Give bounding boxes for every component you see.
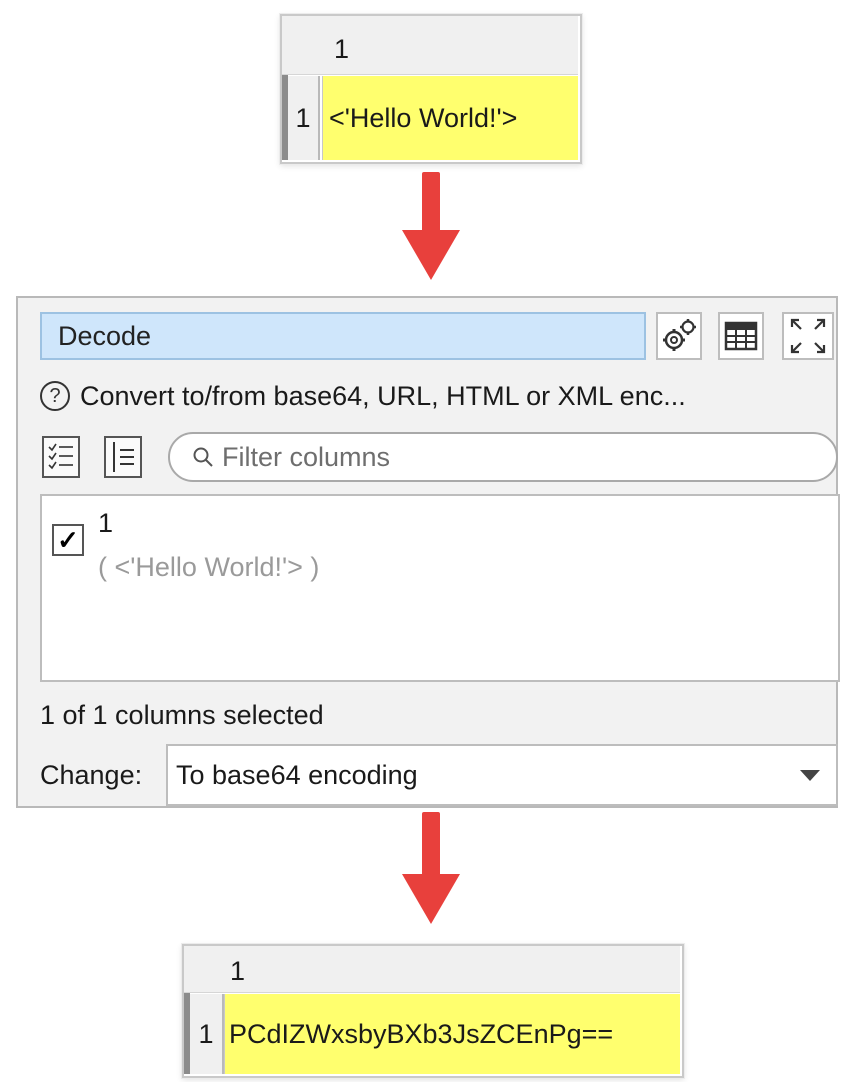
dialog-description: Convert to/from base64, URL, HTML or XML…	[80, 380, 686, 411]
column-header-row: 1	[282, 16, 578, 75]
table-view-button[interactable]	[718, 312, 764, 360]
gears-icon	[663, 319, 696, 351]
input-table: 1 1 <'Hello World!'>	[282, 16, 578, 160]
checklist-icon	[48, 443, 73, 470]
expand-icon	[790, 318, 826, 354]
column-header[interactable]: 1	[230, 956, 245, 987]
chevron-down-icon[interactable]	[800, 770, 820, 781]
settings-button[interactable]	[656, 312, 702, 360]
change-select-value: To base64 encoding	[176, 760, 418, 790]
column-name: 1	[98, 508, 114, 538]
flow-arrow-shaft	[422, 812, 440, 876]
dialog-title[interactable]: Decode	[40, 312, 646, 360]
row-number: 1	[288, 76, 320, 160]
filter-columns-input[interactable]	[220, 440, 824, 474]
data-cell[interactable]: <'Hello World!'>	[322, 76, 578, 160]
column-header[interactable]: 1	[334, 34, 349, 65]
selection-status: 1 of 1 columns selected	[40, 700, 324, 730]
flow-arrow-head	[402, 874, 460, 924]
maximize-button[interactable]	[782, 312, 834, 360]
select-none-button[interactable]	[104, 436, 142, 478]
column-checkbox[interactable]: ✓	[52, 524, 84, 556]
flow-arrow-shaft	[422, 172, 440, 232]
row-number: 1	[190, 994, 224, 1074]
description-row: ? Convert to/from base64, URL, HTML or X…	[40, 376, 686, 416]
select-all-button[interactable]	[42, 436, 80, 478]
decode-dialog: Decode ? Convert to/from base64, URL, HT…	[16, 296, 840, 808]
output-table: 1 1 PCdIZWxsbyBXb3JsZCEnPg==	[184, 946, 680, 1074]
column-header-row: 1	[184, 946, 680, 993]
change-label: Change:	[40, 760, 143, 790]
data-cell[interactable]: PCdIZWxsbyBXb3JsZCEnPg==	[224, 994, 680, 1074]
change-select[interactable]: To base64 encoding	[166, 744, 838, 806]
column-sample: ( <'Hello World!'> )	[98, 552, 320, 582]
list-icon	[113, 442, 134, 472]
table-icon	[724, 321, 758, 351]
flow-arrow-head	[402, 230, 460, 280]
column-list: ✓ 1 ( <'Hello World!'> )	[40, 494, 840, 682]
search-icon	[193, 447, 213, 467]
help-icon[interactable]: ?	[40, 381, 70, 411]
filter-field[interactable]	[168, 432, 838, 482]
